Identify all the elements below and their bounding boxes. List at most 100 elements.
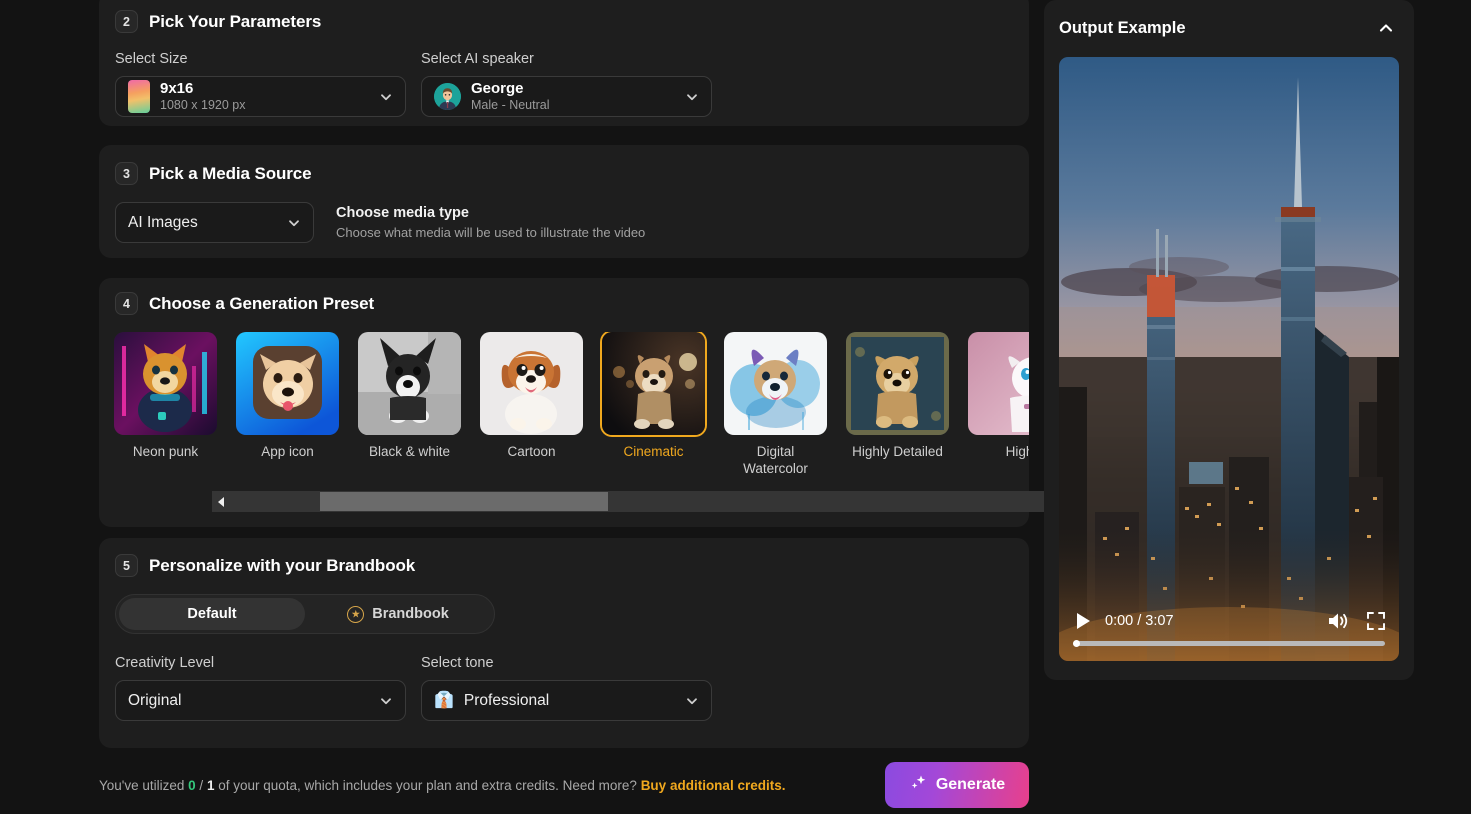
output-header: Output Example [1059,15,1399,41]
preset-label: High [968,444,1029,461]
quota-prefix: You've utilized [99,778,188,793]
sparkle-icon [909,774,927,797]
chevron-down-icon [287,216,301,230]
preset-item-selected[interactable]: Cinematic [602,332,705,490]
volume-icon[interactable] [1327,611,1349,631]
creativity-label: Creativity Level [115,655,406,671]
preset-thumbnail [968,332,1029,435]
section-title: Personalize with your Brandbook [149,556,415,576]
buy-credits-link[interactable]: Buy additional credits. [641,778,786,793]
speaker-field: Select AI speaker [421,51,712,117]
media-type-value: AI Images [128,214,198,232]
preset-thumbnail [358,332,461,435]
chevron-down-icon [685,90,699,104]
tone-select[interactable]: 👔 Professional [421,680,712,721]
settings-column: 2 Pick Your Parameters Select Size 9x16 … [0,0,1043,814]
preset-horizontal-scrollbar[interactable] [212,491,1116,512]
preset-item[interactable]: App icon [236,332,339,490]
app-root: 2 Pick Your Parameters Select Size 9x16 … [0,0,1471,814]
fullscreen-icon[interactable] [1367,612,1385,630]
preset-item[interactable]: Highly Detailed [846,332,949,490]
preset-thumbnail [114,332,217,435]
section-brandbook: 5 Personalize with your Brandbook Defaul… [99,538,1029,748]
preset-thumbnail [480,332,583,435]
tone-label: Select tone [421,655,712,671]
quota-suffix: of your quota, which includes your plan … [214,778,640,793]
creativity-field: Creativity Level Original [115,655,406,721]
chevron-down-icon [685,694,699,708]
media-type-select[interactable]: AI Images [115,202,314,243]
chevron-down-icon [379,90,393,104]
preset-thumbnail [846,332,949,435]
preset-label: Black & white [358,444,461,461]
media-type-description: Choose media type Choose what media will… [336,205,645,240]
step-badge-5: 5 [115,554,138,577]
quota-separator: / [196,778,207,793]
preset-item[interactable]: High [968,332,1029,490]
video-frame-cityscape [1059,57,1399,661]
section-header: 3 Pick a Media Source [115,162,1013,185]
step-badge-4: 4 [115,292,138,315]
preset-item[interactable]: Digital Watercolor [724,332,827,490]
chevron-up-icon[interactable] [1373,15,1399,41]
preset-thumbnail [602,332,705,435]
tone-field: Select tone 👔 Professional [421,655,712,721]
generate-button[interactable]: Generate [885,762,1029,808]
media-desc-sub: Choose what media will be used to illust… [336,225,645,240]
preset-list: Neon punk [99,332,1029,490]
speaker-gender-tone: Male - Neutral [471,98,550,112]
step-badge-2: 2 [115,10,138,33]
triangle-left-icon[interactable] [212,491,230,512]
section-generation-preset: 4 Choose a Generation Preset [99,278,1029,527]
toggle-default-label: Default [187,606,236,622]
preset-label: Digital Watercolor [724,444,827,478]
generate-button-label: Generate [936,776,1005,794]
video-time-display: 0:00 / 3:07 [1105,613,1174,629]
creativity-level-select[interactable]: Original [115,680,406,721]
output-example-card: Output Example [1044,0,1414,680]
toggle-brandbook-label: Brandbook [372,606,449,622]
section-title: Choose a Generation Preset [149,294,374,314]
ai-speaker-select[interactable]: George Male - Neutral [421,76,712,117]
quota-used: 0 [188,778,196,793]
size-field: Select Size 9x16 1080 x 1920 px [115,51,406,117]
quota-text: You've utilized 0 / 1 of your quota, whi… [99,778,785,793]
scrollbar-thumb[interactable] [320,492,608,511]
scrollbar-track[interactable] [230,491,1098,512]
preset-item[interactable]: Neon punk [114,332,217,490]
preset-label: Highly Detailed [846,444,949,461]
crown-icon: ★ [347,606,364,623]
size-label: Select Size [115,51,406,67]
preset-thumbnail [724,332,827,435]
preset-item[interactable]: Cartoon [480,332,583,490]
play-icon[interactable] [1073,611,1093,631]
section-header: 2 Pick Your Parameters [115,10,1013,33]
toggle-default[interactable]: Default [119,598,305,630]
section-title: Pick Your Parameters [149,12,321,32]
tone-value: Professional [464,692,549,710]
preset-item[interactable]: Black & white [358,332,461,490]
media-desc-title: Choose media type [336,205,645,221]
chevron-down-icon [379,694,393,708]
footer-bar: You've utilized 0 / 1 of your quota, whi… [99,756,1029,814]
video-progress-knob[interactable] [1073,640,1080,647]
brandbook-toggle-group: Default ★ Brandbook [115,594,495,634]
size-value: 9x16 [160,81,246,98]
output-video-player[interactable]: 0:00 / 3:07 [1059,57,1399,661]
preset-label: App icon [236,444,339,461]
section-pick-parameters: 2 Pick Your Parameters Select Size 9x16 … [99,0,1029,126]
video-progress-bar[interactable] [1073,641,1385,646]
avatar [434,83,461,110]
section-header: 4 Choose a Generation Preset [99,292,1029,315]
toggle-brandbook[interactable]: ★ Brandbook [305,598,491,630]
output-column: Output Example [1043,0,1471,814]
size-select[interactable]: 9x16 1080 x 1920 px [115,76,406,117]
creativity-value: Original [128,692,181,710]
output-title: Output Example [1059,19,1186,38]
preset-label: Cartoon [480,444,583,461]
step-badge-3: 3 [115,162,138,185]
size-dimensions: 1080 x 1920 px [160,98,246,112]
aspect-ratio-swatch-icon [128,80,150,113]
section-title: Pick a Media Source [149,164,312,184]
section-header: 5 Personalize with your Brandbook [115,554,1013,577]
